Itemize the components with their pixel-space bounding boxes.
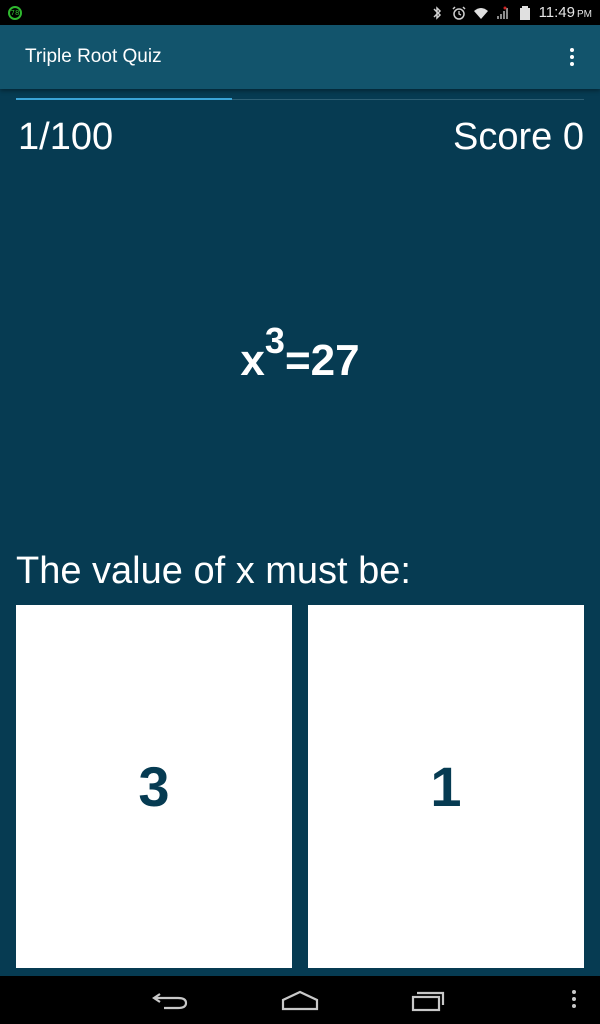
signal-icon [496,6,508,19]
answer-options: 3 1 [16,605,584,968]
recent-apps-icon[interactable] [408,988,448,1012]
progress-fill [16,98,232,100]
equation-exponent: 3 [264,320,285,361]
status-time: 11:49 PM [539,4,592,21]
question-prompt: The value of x must be: [16,550,411,592]
overflow-menu-icon[interactable] [562,42,582,72]
equation: x3=27 [0,320,600,386]
answer-button-2[interactable]: 1 [308,605,584,968]
app-title: Triple Root Quiz [25,46,162,67]
score-label: Score 0 [453,116,584,158]
menu-icon[interactable] [568,988,580,1012]
equation-rhs: =27 [284,336,360,385]
navigation-bar [0,976,600,1024]
status-left: 78 [8,5,22,20]
progress-bar [16,98,584,100]
battery-level-icon: 78 [8,5,22,20]
time-text: 11:49 [538,4,575,21]
home-icon[interactable] [280,988,320,1012]
answer-button-1[interactable]: 3 [16,605,292,968]
status-bar: 78 11:49 PM [0,0,600,25]
status-right: 11:49 PM [429,4,592,21]
back-icon[interactable] [150,988,190,1012]
ampm-text: PM [577,9,592,20]
equation-base: x [240,336,265,385]
bluetooth-icon [433,5,441,20]
app-bar: Triple Root Quiz [0,25,600,89]
battery-icon [519,5,530,20]
wifi-icon [473,7,488,19]
alarm-icon [452,5,466,20]
question-counter: 1/100 [18,116,114,158]
